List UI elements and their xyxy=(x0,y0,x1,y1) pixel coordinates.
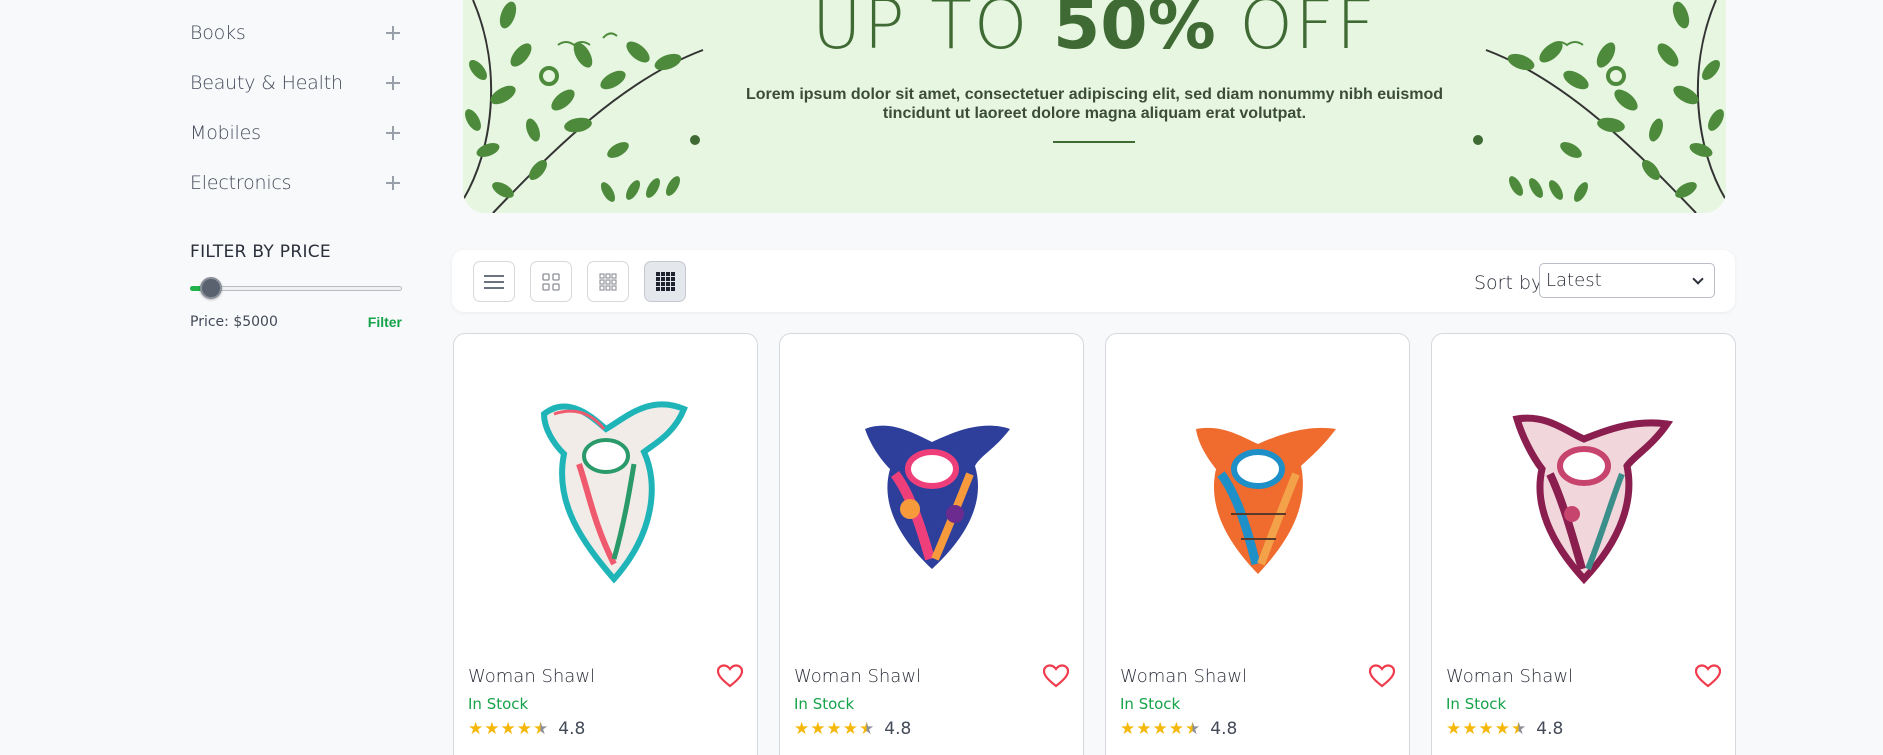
star-icon: ★ xyxy=(1152,719,1168,738)
star-icon: ★ xyxy=(1120,719,1136,738)
stock-status: In Stock xyxy=(1446,695,1507,713)
star-icon: ★ xyxy=(516,719,532,738)
category-label: Electronics xyxy=(190,172,292,194)
category-item-electronics[interactable]: Electronics xyxy=(190,158,402,208)
price-row: Price: $5000 Filter xyxy=(190,314,402,330)
product-card[interactable]: Woman Shawl In Stock ★ ★ ★ ★ ★ 4.8 xyxy=(1431,333,1736,755)
category-label: Beauty & Health xyxy=(190,72,343,94)
stock-status: In Stock xyxy=(794,695,855,713)
product-name[interactable]: Woman Shawl xyxy=(794,666,921,687)
category-item-beauty-health[interactable]: Beauty & Health xyxy=(190,58,402,108)
star-rating: ★ ★ ★ ★ ★ xyxy=(468,719,548,739)
half-star-icon: ★ xyxy=(533,719,549,738)
banner-divider xyxy=(1053,141,1135,143)
product-name[interactable]: Woman Shawl xyxy=(468,666,595,687)
star-icon: ★ xyxy=(1494,719,1510,738)
rating-value: 4.8 xyxy=(1210,719,1238,739)
star-icon: ★ xyxy=(1168,719,1184,738)
grid-4-icon xyxy=(655,272,675,291)
banner-title-suffix: OFF xyxy=(1215,0,1378,65)
product-name[interactable]: Woman Shawl xyxy=(1120,666,1247,687)
product-card[interactable]: Woman Shawl In Stock ★ ★ ★ ★ ★ 4.8 xyxy=(779,333,1084,755)
star-icon: ★ xyxy=(484,719,500,738)
rating-value: 4.8 xyxy=(558,719,586,739)
product-rating: ★ ★ ★ ★ ★ 4.8 xyxy=(1446,719,1563,739)
star-icon: ★ xyxy=(794,719,810,738)
plus-icon[interactable] xyxy=(386,26,400,40)
sort-selected-value: Latest xyxy=(1546,270,1602,291)
banner-title-prefix: UP TO xyxy=(811,0,1053,65)
half-star-icon: ★ xyxy=(1511,719,1527,738)
half-star-icon: ★ xyxy=(1185,719,1201,738)
list-view-button[interactable] xyxy=(473,261,515,302)
heart-icon[interactable] xyxy=(1369,664,1395,688)
star-icon: ★ xyxy=(842,719,858,738)
product-toolbar: Sort by Latest xyxy=(452,250,1735,312)
star-icon: ★ xyxy=(826,719,842,738)
star-rating: ★ ★ ★ ★ ★ xyxy=(794,719,874,739)
grid-4-view-button[interactable] xyxy=(644,261,686,302)
star-icon: ★ xyxy=(500,719,516,738)
grid-2-icon xyxy=(542,272,560,291)
plus-icon[interactable] xyxy=(386,126,400,140)
category-list: Books Beauty & Health Mobiles Electronic… xyxy=(190,8,402,208)
product-card[interactable]: Woman Shawl In Stock ★ ★ ★ ★ ★ 4.8 xyxy=(453,333,758,755)
sort-select[interactable]: Latest xyxy=(1539,263,1715,298)
banner-title-highlight: 50% xyxy=(1052,0,1216,65)
slider-thumb[interactable] xyxy=(200,277,222,299)
grid-2-view-button[interactable] xyxy=(530,261,572,302)
product-name[interactable]: Woman Shawl xyxy=(1446,666,1573,687)
category-label: Books xyxy=(190,22,246,44)
grid-3-view-button[interactable] xyxy=(587,261,629,302)
stock-status: In Stock xyxy=(1120,695,1181,713)
list-view-icon xyxy=(484,274,504,289)
product-rating: ★ ★ ★ ★ ★ 4.8 xyxy=(468,719,585,739)
star-rating: ★ ★ ★ ★ ★ xyxy=(1120,719,1200,739)
sidebar: Books Beauty & Health Mobiles Electronic… xyxy=(190,0,402,330)
product-image-shawl[interactable] xyxy=(1136,374,1381,604)
grid-3-icon xyxy=(599,272,617,291)
heart-icon[interactable] xyxy=(717,664,743,688)
star-icon: ★ xyxy=(1136,719,1152,738)
star-icon: ★ xyxy=(468,719,484,738)
chevron-down-icon xyxy=(1692,273,1704,285)
product-image-shawl[interactable] xyxy=(810,374,1055,604)
rating-value: 4.8 xyxy=(1536,719,1564,739)
category-item-books[interactable]: Books xyxy=(190,8,402,58)
plus-icon[interactable] xyxy=(386,176,400,190)
category-label: Mobiles xyxy=(190,122,261,144)
product-image-shawl[interactable] xyxy=(484,374,729,604)
product-card[interactable]: Woman Shawl In Stock ★ ★ ★ ★ ★ 4.8 xyxy=(1105,333,1410,755)
product-rating: ★ ★ ★ ★ ★ 4.8 xyxy=(1120,719,1237,739)
star-icon: ★ xyxy=(810,719,826,738)
half-star-icon: ★ xyxy=(859,719,875,738)
filter-by-price-heading: FILTER BY PRICE xyxy=(190,242,331,262)
star-icon: ★ xyxy=(1462,719,1478,738)
leaf-decoration-right xyxy=(1473,0,1726,213)
price-slider[interactable] xyxy=(190,276,402,300)
heart-icon[interactable] xyxy=(1043,664,1069,688)
category-item-mobiles[interactable]: Mobiles xyxy=(190,108,402,158)
promo-banner: UP TO 50% OFF Lorem ipsum dolor sit amet… xyxy=(463,0,1726,213)
price-value-text: Price: $5000 xyxy=(190,314,278,330)
product-rating: ★ ★ ★ ★ ★ 4.8 xyxy=(794,719,911,739)
stock-status: In Stock xyxy=(468,695,529,713)
star-rating: ★ ★ ★ ★ ★ xyxy=(1446,719,1526,739)
rating-value: 4.8 xyxy=(884,719,912,739)
plus-icon[interactable] xyxy=(386,76,400,90)
filter-button[interactable]: Filter xyxy=(368,314,402,330)
sort-by-label: Sort by xyxy=(1474,272,1543,294)
star-icon: ★ xyxy=(1478,719,1494,738)
heart-icon[interactable] xyxy=(1695,664,1721,688)
star-icon: ★ xyxy=(1446,719,1462,738)
product-image-shawl[interactable] xyxy=(1462,374,1707,604)
banner-subtitle: Lorem ipsum dolor sit amet, consectetuer… xyxy=(745,86,1443,122)
